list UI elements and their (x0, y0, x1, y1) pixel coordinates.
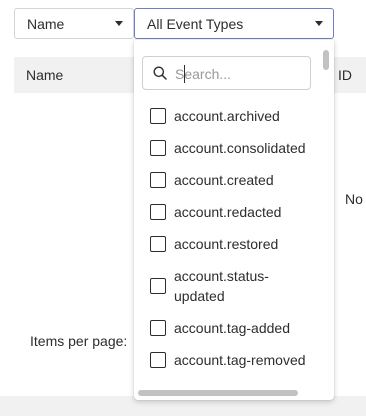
options-list: account.archived account.consolidated ac… (134, 100, 319, 376)
checkbox[interactable] (150, 278, 166, 294)
page: Name All Event Types Name ID No Items pe… (0, 0, 366, 416)
event-type-select-value: All Event Types (147, 15, 244, 32)
option-label: account.status-updated (174, 268, 269, 304)
column-header-name[interactable]: Name (26, 57, 63, 93)
option-account-created[interactable]: account.created (134, 164, 319, 196)
option-account-redacted[interactable]: account.redacted (134, 196, 319, 228)
empty-message: No (345, 191, 363, 207)
option-account-consolidated[interactable]: account.consolidated (134, 132, 319, 164)
option-label: account.tag-removed (174, 352, 306, 368)
vertical-scrollbar-thumb[interactable] (323, 50, 329, 70)
event-type-dropdown: account.archived account.consolidated ac… (134, 40, 334, 400)
vertical-scrollbar[interactable] (320, 44, 332, 386)
caret-down-icon (115, 21, 123, 26)
option-label: account.redacted (174, 204, 282, 220)
option-label: account.archived (174, 108, 280, 124)
checkbox[interactable] (150, 320, 166, 336)
option-account-tag-added[interactable]: account.tag-added (134, 312, 319, 344)
checkbox[interactable] (150, 172, 166, 188)
option-account-status-updated[interactable]: account.status-updated (134, 260, 319, 312)
option-label: account.restored (174, 236, 279, 252)
option-account-restored[interactable]: account.restored (134, 228, 319, 260)
items-per-page-label: Items per page: (30, 333, 128, 349)
field-select-value: Name (27, 15, 65, 32)
checkbox[interactable] (150, 140, 166, 156)
checkbox[interactable] (150, 236, 166, 252)
checkbox[interactable] (150, 108, 166, 124)
option-account-archived[interactable]: account.archived (134, 100, 319, 132)
field-select[interactable]: Name (14, 8, 134, 39)
checkbox[interactable] (150, 204, 166, 220)
column-header-id[interactable]: ID (338, 57, 352, 93)
search-input[interactable] (175, 63, 305, 85)
caret-down-icon (315, 21, 323, 26)
option-label: account.created (174, 172, 274, 188)
text-cursor (184, 65, 185, 83)
horizontal-scrollbar[interactable] (134, 386, 320, 400)
event-type-select[interactable]: All Event Types (134, 8, 334, 39)
checkbox[interactable] (150, 352, 166, 368)
dropdown-search[interactable] (142, 56, 311, 90)
option-label: account.tag-added (174, 320, 290, 336)
search-icon (153, 66, 167, 80)
option-account-tag-removed[interactable]: account.tag-removed (134, 344, 319, 376)
option-label: account.consolidated (174, 140, 306, 156)
horizontal-scrollbar-thumb[interactable] (138, 390, 298, 396)
